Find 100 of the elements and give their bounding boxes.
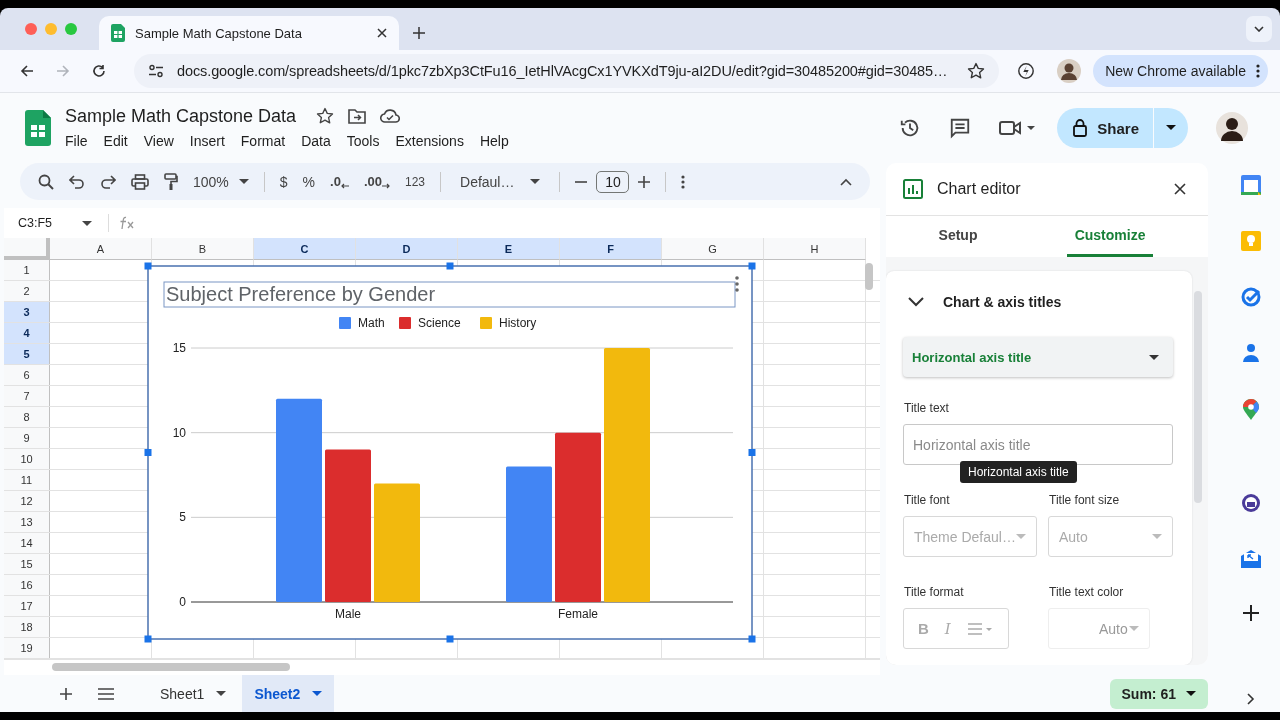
extension-icon[interactable] — [1017, 62, 1036, 80]
row-header[interactable]: 13 — [4, 512, 50, 532]
scrollbar-thumb[interactable] — [865, 263, 873, 290]
menu-item[interactable]: View — [135, 130, 182, 151]
chart-title[interactable]: Subject Preference by Gender — [163, 281, 736, 308]
reload-icon[interactable] — [92, 64, 106, 78]
redo-icon[interactable] — [100, 174, 116, 189]
calendar-icon[interactable] — [1241, 175, 1261, 195]
scrollbar-thumb[interactable] — [1194, 291, 1202, 503]
move-to-folder-icon[interactable] — [348, 108, 367, 124]
column-header[interactable]: B — [152, 238, 254, 260]
site-settings-icon[interactable] — [148, 64, 164, 78]
address-bar[interactable]: docs.google.com/spreadsheets/d/1pkc7zbXp3CtFu16_IetHlVAcgCx1YVKXdT9ju-aI2DU/edit?gid=30485200#gid=30485… — [134, 54, 1000, 88]
column-header[interactable]: F — [560, 238, 662, 260]
share-button[interactable]: Share — [1057, 108, 1153, 148]
resize-handle[interactable] — [144, 449, 152, 456]
resize-handle[interactable] — [144, 635, 152, 643]
close-icon[interactable] — [1174, 183, 1186, 195]
row-header[interactable]: 2 — [4, 281, 50, 301]
menu-item[interactable]: Format — [232, 130, 294, 151]
resize-handle[interactable] — [446, 635, 454, 643]
collapse-icon[interactable] — [840, 177, 852, 186]
row-header[interactable]: 3 — [4, 302, 50, 322]
tab-search-button[interactable] — [1246, 16, 1272, 42]
row-header[interactable]: 8 — [4, 407, 50, 427]
mail-icon[interactable] — [1240, 549, 1262, 569]
row-header[interactable]: 18 — [4, 617, 50, 637]
profile-avatar[interactable] — [1057, 59, 1082, 83]
search-icon[interactable] — [38, 173, 54, 190]
row-header[interactable]: 14 — [4, 533, 50, 553]
add-icon[interactable] — [1243, 605, 1259, 621]
share-options-button[interactable] — [1154, 108, 1188, 148]
star-icon[interactable] — [316, 107, 335, 125]
add-sheet-icon[interactable] — [60, 687, 72, 700]
row-header[interactable]: 7 — [4, 386, 50, 406]
video-call-button[interactable] — [999, 119, 1036, 137]
percent-format-button[interactable]: % — [302, 173, 316, 190]
account-avatar[interactable] — [1216, 112, 1248, 144]
paint-format-icon[interactable] — [164, 172, 178, 191]
row-header[interactable]: 12 — [4, 491, 50, 511]
menu-item[interactable]: Help — [471, 130, 517, 151]
row-header[interactable]: 16 — [4, 575, 50, 595]
row-header[interactable]: 9 — [4, 428, 50, 448]
document-title[interactable]: Sample Math Capstone Data — [65, 105, 297, 127]
row-header[interactable]: 1 — [4, 260, 50, 280]
menu-item[interactable]: Insert — [181, 130, 233, 151]
contacts-icon[interactable] — [1242, 343, 1260, 363]
new-tab-icon[interactable] — [413, 27, 425, 39]
increase-decimal-button[interactable]: .00 — [363, 174, 390, 189]
resize-handle[interactable] — [748, 262, 756, 270]
column-header[interactable]: A — [50, 238, 152, 260]
cloud-saved-icon[interactable] — [380, 109, 401, 123]
more-icon[interactable] — [681, 174, 686, 189]
scrollbar-thumb[interactable] — [52, 663, 290, 671]
axis-title-dropdown[interactable]: Horizontal axis title — [903, 337, 1173, 377]
sheets-logo[interactable] — [25, 110, 51, 146]
currency-format-button[interactable]: $ — [279, 173, 288, 190]
column-header[interactable]: E — [458, 238, 560, 260]
row-header[interactable]: 6 — [4, 365, 50, 385]
column-header[interactable]: G — [662, 238, 764, 260]
menu-item[interactable]: Tools — [338, 130, 388, 151]
row-header[interactable]: 19 — [4, 638, 50, 658]
close-icon[interactable] — [377, 28, 387, 38]
all-sheets-icon[interactable] — [98, 687, 114, 700]
update-chrome-button[interactable]: New Chrome available — [1093, 55, 1268, 87]
row-header[interactable]: 17 — [4, 596, 50, 616]
title-text-field[interactable]: Horizontal axis title — [903, 424, 1173, 465]
spreadsheet-grid[interactable]: A B C D E F G H 1 2 3 4 5 6 7 8 9 10 11 12 13 14 15 16 17 18 19 Subject Preference by Gender Math Science History 0 5 10 15 Male Female — [4, 238, 880, 675]
font-size-field[interactable]: 10 — [596, 170, 630, 193]
name-box[interactable]: C3:F5 — [4, 216, 98, 230]
decrease-decimal-button[interactable]: .0 — [330, 174, 349, 189]
comment-icon[interactable] — [949, 117, 972, 139]
column-header[interactable]: C — [254, 238, 356, 260]
map-pin-icon[interactable] — [1243, 399, 1259, 421]
browser-tab[interactable]: Sample Math Capstone Data — [99, 16, 399, 50]
add-on-icon[interactable] — [1241, 493, 1261, 513]
menu-item[interactable]: File — [57, 130, 96, 151]
more-icon[interactable] — [735, 276, 739, 292]
row-header[interactable]: 15 — [4, 554, 50, 574]
editor-tab[interactable]: Setup — [930, 216, 986, 257]
menu-item[interactable]: Edit — [95, 130, 136, 151]
bookmark-star-icon[interactable] — [967, 62, 986, 80]
print-icon[interactable] — [131, 173, 149, 190]
resize-handle[interactable] — [446, 262, 454, 270]
sum-button[interactable]: Sum: 61 — [1109, 678, 1208, 709]
section-header[interactable]: Chart & axis titles — [886, 271, 1192, 311]
resize-handle[interactable] — [748, 635, 756, 643]
row-header[interactable]: 10 — [4, 449, 50, 469]
row-header[interactable]: 4 — [4, 323, 50, 343]
tasks-icon[interactable] — [1241, 287, 1261, 307]
resize-handle[interactable] — [144, 262, 152, 270]
column-header[interactable]: H — [764, 238, 866, 260]
row-header[interactable]: 5 — [4, 344, 50, 364]
zoom-dropdown[interactable]: 100% — [193, 173, 249, 190]
column-header[interactable]: D — [356, 238, 458, 260]
row-header[interactable]: 11 — [4, 470, 50, 490]
back-icon[interactable] — [20, 64, 34, 78]
sheet-tab[interactable]: Sheet1 — [148, 675, 239, 712]
plus-icon[interactable] — [638, 175, 651, 188]
sheet-tab[interactable]: Sheet2 — [242, 675, 335, 712]
